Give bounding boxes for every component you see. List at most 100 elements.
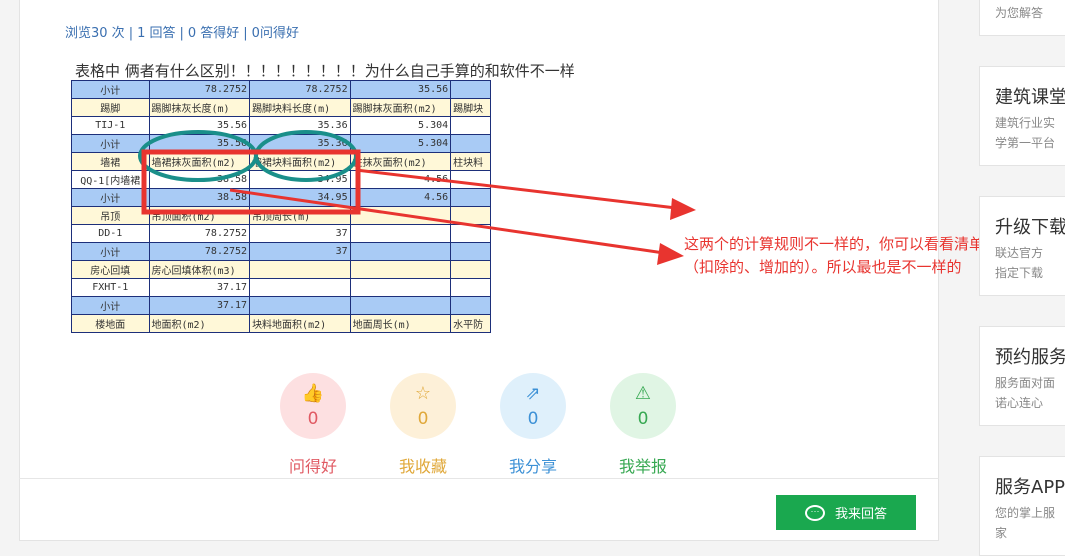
table-cell: 墙裙块料面积(m2)	[249, 152, 351, 171]
favorite-count: 0	[417, 409, 429, 429]
table-row: 小计 38.58 34.95 4.56	[71, 188, 491, 207]
table-cell: 踢脚块	[450, 98, 491, 117]
question-stats: 浏览30 次 | 1 回答 | 0 答得好 | 0问得好	[65, 22, 299, 41]
table-cell: 踢脚	[71, 98, 150, 117]
table-cell	[450, 170, 491, 189]
table-cell	[450, 296, 491, 315]
table-cell: 4.56	[349, 170, 452, 189]
table-cell: 4.56	[349, 188, 452, 207]
favorite-button[interactable]: ☆ 0 我收藏	[388, 373, 458, 477]
table-row: 墙裙 墙裙抹灰面积(m2) 墙裙块料面积(m2) 柱抹灰面积(m2) 柱块料	[71, 152, 491, 171]
share-icon: ⇗	[525, 383, 541, 404]
table-cell: 34.95	[249, 170, 351, 189]
table-cell: 小计	[71, 296, 150, 315]
report-label[interactable]: 我举报	[608, 453, 678, 477]
table-cell: 37.17	[148, 296, 251, 315]
sidebar-card-desc: 指定下载	[995, 266, 1044, 280]
table-cell: 78.2752	[249, 80, 351, 99]
favorite-label[interactable]: 我收藏	[388, 453, 458, 477]
table-cell: 吊顶周长(m)	[249, 206, 351, 225]
sidebar-card-desc: 诺心连心	[995, 396, 1044, 410]
share-label[interactable]: 我分享	[498, 453, 568, 477]
table-cell: 37	[249, 224, 351, 243]
share-button[interactable]: ⇗ 0 我分享	[498, 373, 568, 477]
table-cell	[450, 80, 491, 99]
table-row: 小计 78.2752 37	[71, 242, 491, 261]
table-row: 吊顶 吊顶面积(m2) 吊顶周长(m)	[71, 206, 491, 225]
table-cell: 地面积(m2)	[148, 314, 251, 333]
stats-separator: |	[179, 26, 184, 41]
sidebar-card-title: 升级下载	[995, 217, 1065, 238]
report-button[interactable]: ⚠ 0 我举报	[608, 373, 678, 477]
like-circle[interactable]: 👍 0	[280, 373, 346, 439]
chat-bubble-icon: ···	[804, 504, 825, 521]
report-count: 0	[637, 409, 649, 429]
sidebar-card-appointment[interactable]: 预约服务 服务面对面 诺心连心	[979, 326, 1065, 426]
like-count: 0	[307, 409, 319, 429]
sidebar-card-title: 建筑课堂	[995, 87, 1065, 108]
table-cell: 35.36	[249, 116, 351, 135]
table-cell: 地面周长(m)	[349, 314, 452, 333]
table-cell	[450, 224, 491, 243]
table-cell	[249, 278, 351, 297]
table-cell	[450, 278, 491, 297]
favorite-circle[interactable]: ☆ 0	[390, 373, 456, 439]
table-row: 小计 78.2752 78.2752 35.56	[71, 80, 491, 99]
stats-separator: |	[128, 26, 134, 41]
table-cell: 35.36	[249, 134, 351, 153]
sidebar-card-desc: 建筑行业实	[995, 116, 1056, 130]
table-cell: 块料地面积(m2)	[249, 314, 351, 333]
table-cell: 柱块料	[450, 152, 491, 171]
like-label[interactable]: 问得好	[278, 453, 348, 477]
table-cell	[349, 278, 452, 297]
table-row: 踢脚 踢脚抹灰长度(m) 踢脚块料长度(m) 踢脚抹灰面积(m2) 踢脚块	[71, 98, 491, 117]
report-circle[interactable]: ⚠ 0	[610, 373, 676, 439]
table-cell	[450, 188, 491, 207]
sidebar-top-card: 为您解答	[979, 0, 1065, 36]
sidebar-card-desc: 您的掌上服	[995, 506, 1056, 520]
sidebar-card-download[interactable]: 升级下载 联达官方 指定下载	[979, 196, 1065, 296]
table-cell	[249, 296, 351, 315]
table-cell: 34.95	[249, 188, 351, 207]
divider	[19, 478, 939, 479]
table-cell: 37	[249, 242, 351, 261]
table-cell: 踢脚抹灰长度(m)	[148, 98, 251, 117]
stats-separator: |	[243, 26, 248, 41]
table-cell: 35.56	[349, 80, 452, 99]
table-cell: 小计	[71, 242, 150, 261]
views-count: 浏览30 次	[65, 26, 125, 41]
table-cell	[349, 260, 452, 279]
answer-button-label: 我来回答	[834, 506, 887, 521]
table-row: TIJ-1 35.56 35.36 5.304	[71, 116, 491, 135]
table-cell: 柱抹灰面积(m2)	[349, 152, 452, 171]
sidebar-card-course[interactable]: 建筑课堂 建筑行业实 学第一平台	[979, 66, 1065, 166]
table-cell: 墙裙	[71, 152, 150, 171]
like-question-button[interactable]: 👍 0 问得好	[278, 373, 348, 477]
sidebar-card-title: 服务APP	[995, 477, 1065, 498]
table-cell: TIJ-1	[71, 116, 150, 135]
star-icon: ☆	[414, 383, 432, 404]
table-cell	[450, 242, 491, 261]
table-cell: DD-1	[71, 224, 150, 243]
share-count: 0	[527, 409, 539, 429]
table-cell: 小计	[71, 80, 150, 99]
answers-count[interactable]: 1 回答	[137, 22, 175, 41]
share-circle[interactable]: ⇗ 0	[500, 373, 566, 439]
table-cell: 5.304	[349, 116, 452, 135]
table-cell	[249, 260, 351, 279]
table-cell	[450, 260, 491, 279]
table-cell: 78.2752	[148, 80, 251, 99]
thumbs-up-icon: 👍	[301, 383, 325, 404]
table-cell: 踢脚抹灰面积(m2)	[349, 98, 452, 117]
table-row: DD-1 78.2752 37	[71, 224, 491, 243]
table-cell	[450, 116, 491, 135]
answer-button[interactable]: ··· 我来回答	[776, 495, 916, 530]
table-cell	[349, 224, 452, 243]
sidebar-card-desc: 服务面对面	[995, 376, 1056, 390]
table-cell: 35.56	[148, 116, 251, 135]
sidebar-card-app[interactable]: 服务APP 您的掌上服 家	[979, 456, 1065, 556]
question-text: 表格中 俩者有什么区别！！！！！！！！！为什么自己手算的和软件不一样	[75, 62, 575, 80]
table-cell: 5.304	[349, 134, 452, 153]
table-row: 小计 37.17	[71, 296, 491, 315]
sidebar-card-desc: 学第一平台	[995, 136, 1056, 150]
